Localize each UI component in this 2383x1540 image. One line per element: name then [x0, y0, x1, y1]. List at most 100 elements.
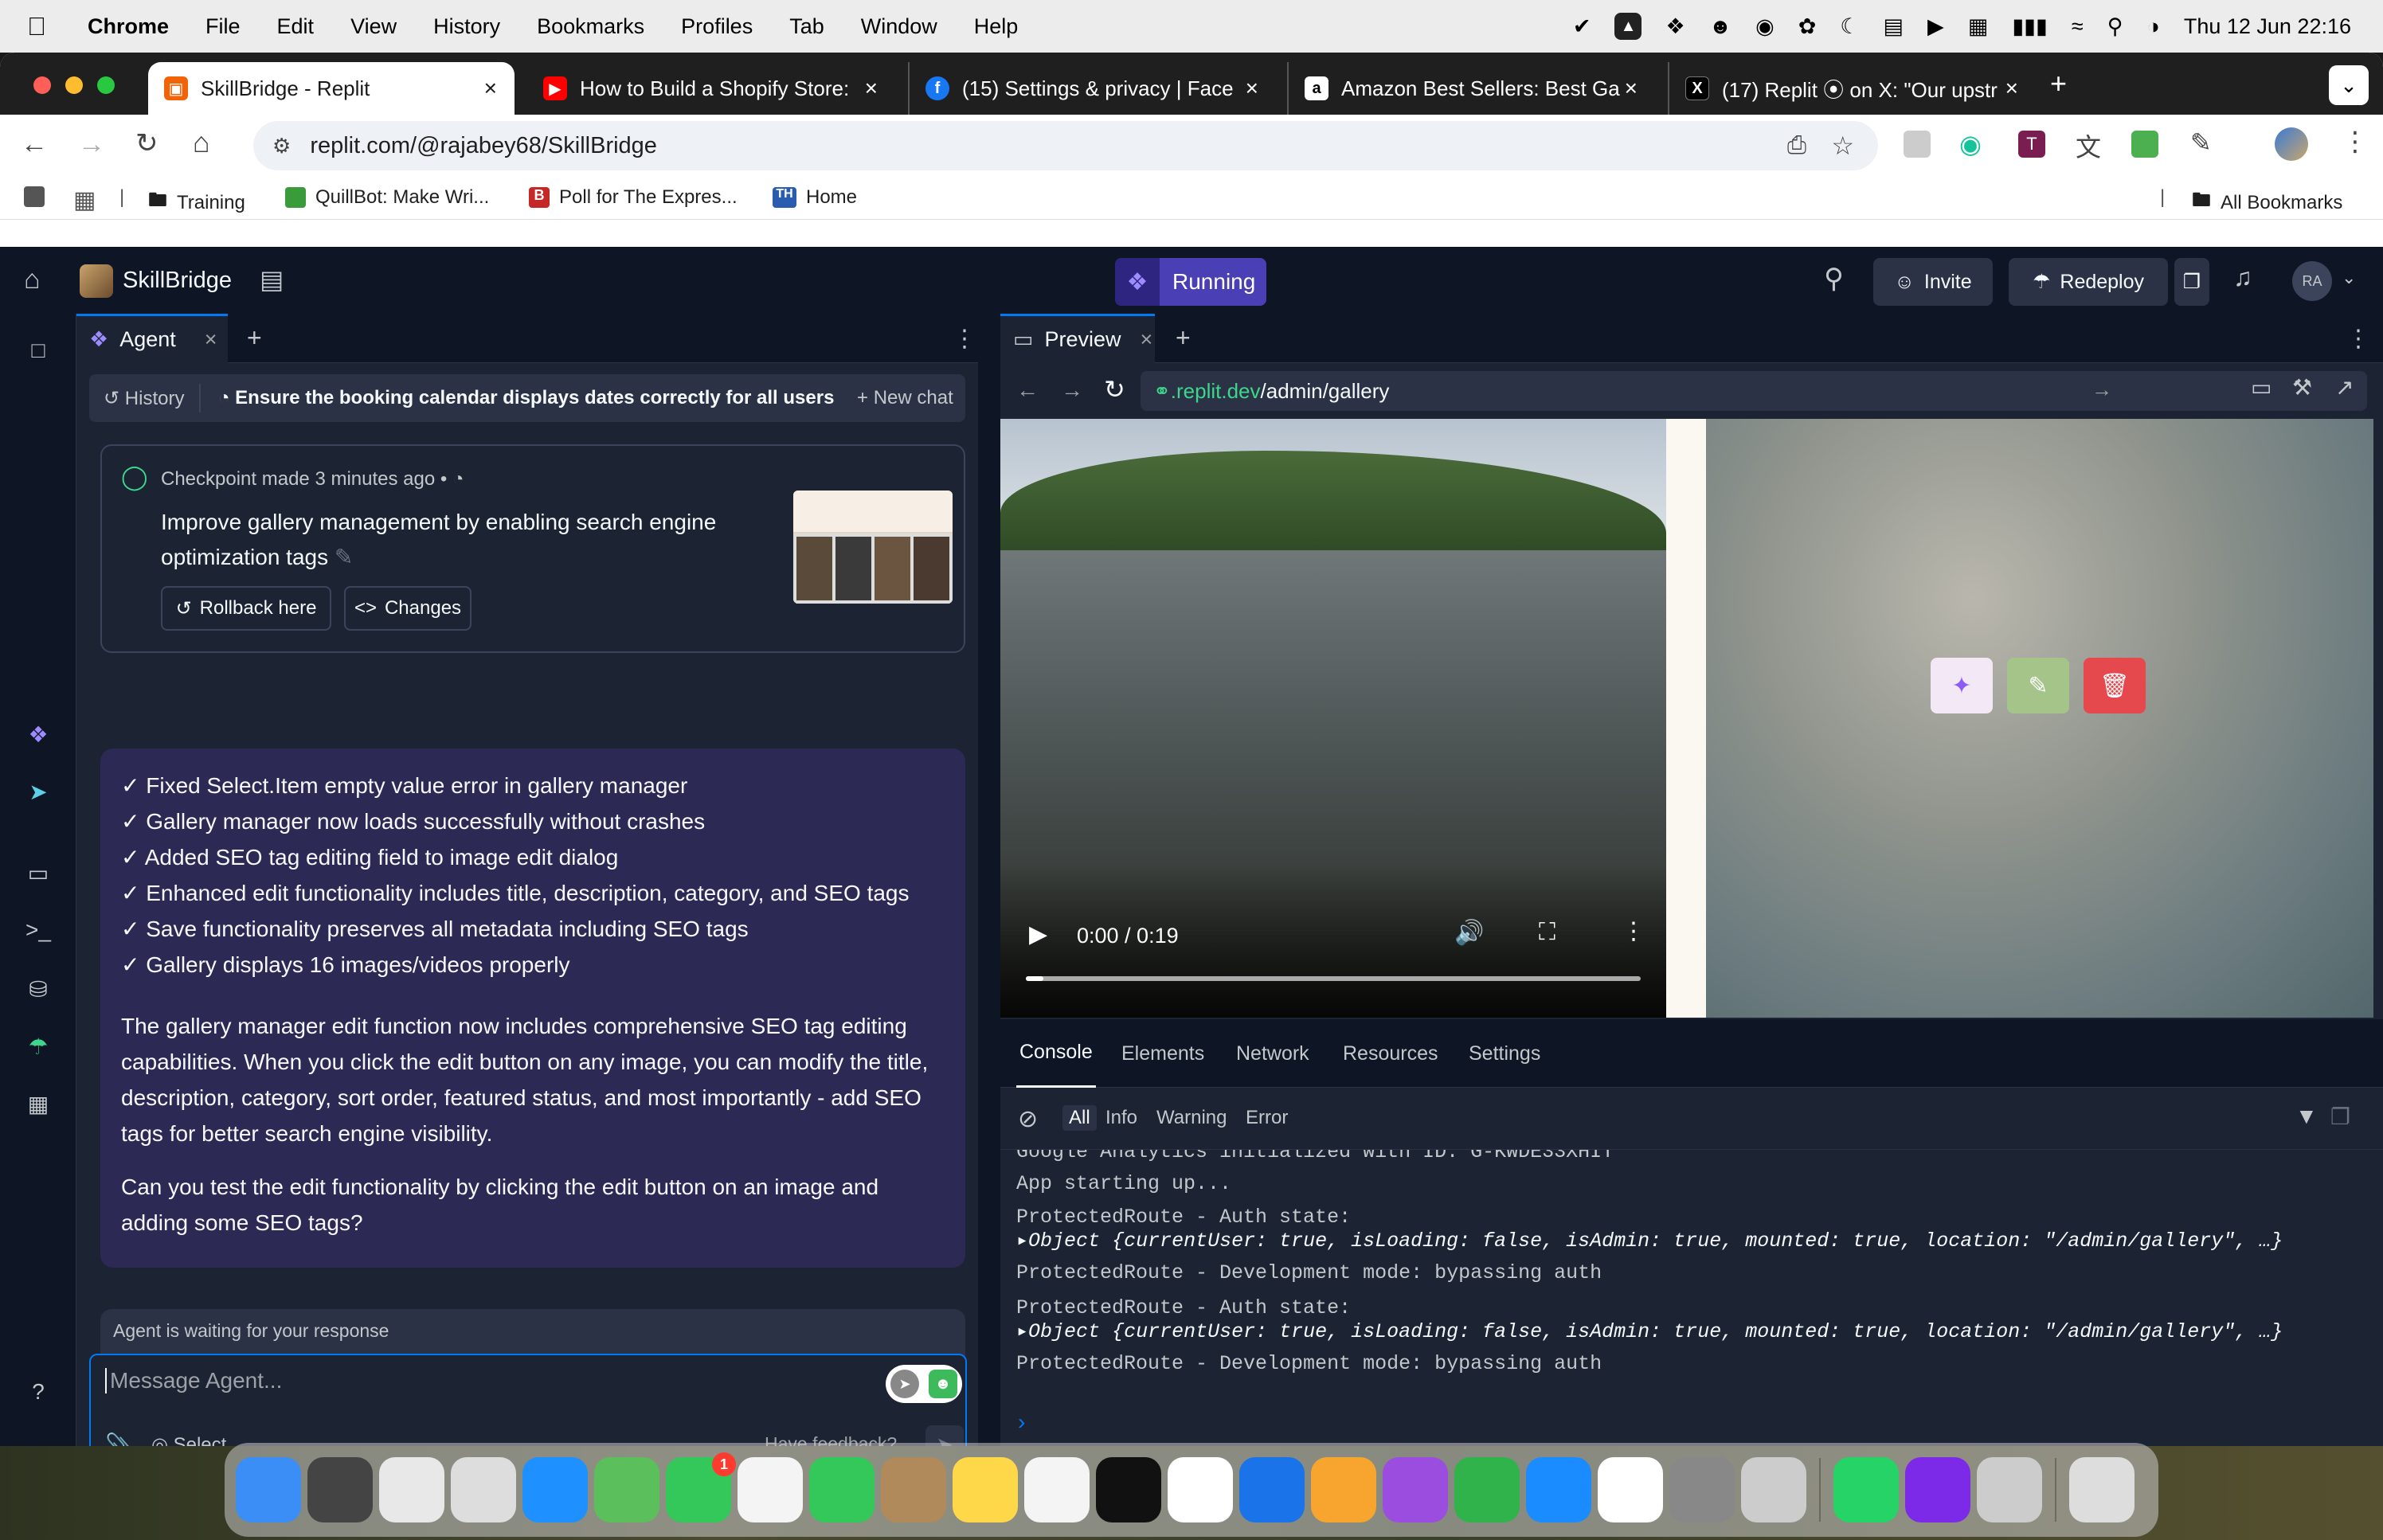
close-tab-icon[interactable]: ×	[1141, 327, 1153, 352]
new-chat-button[interactable]: + New chat	[857, 387, 953, 409]
home-icon[interactable]: ⌂	[24, 264, 41, 295]
workspace-menu-icon[interactable]: ▤	[260, 264, 284, 295]
translate-extension-icon[interactable]: 文	[2076, 127, 2101, 164]
status-moon-icon[interactable]: ☾	[1840, 14, 1859, 39]
close-tab-icon[interactable]: ×	[484, 76, 497, 101]
tab-console[interactable]: Console	[1016, 1019, 1096, 1088]
status-display-icon[interactable]: ▦	[1968, 14, 1989, 39]
ai-seo-sparkle-button[interactable]: ✦	[1931, 658, 1993, 713]
zoom-window-button[interactable]	[97, 76, 115, 94]
assistant-tool-icon[interactable]: ➤	[24, 777, 53, 806]
select-element-button[interactable]: ◎ Select	[151, 1433, 226, 1446]
battery-icon[interactable]: ▮▮▮	[2012, 14, 2048, 39]
project-name[interactable]: SkillBridge	[123, 268, 232, 294]
copy-logs-icon[interactable]: ❐	[2330, 1104, 2350, 1130]
tab-network[interactable]: Network	[1236, 1019, 1309, 1088]
notifications-bell-icon[interactable]: ♫	[2233, 263, 2252, 292]
profile-avatar[interactable]	[2275, 127, 2308, 161]
file-tree-icon[interactable]: □	[24, 336, 53, 365]
tab-amazon[interactable]: a Amazon Best Sellers: Best Ga ×	[1287, 62, 1655, 115]
status-check-icon[interactable]: ✔	[1573, 14, 1591, 39]
apple-menu-icon[interactable]: 	[27, 12, 46, 41]
chatgpt-dock-icon[interactable]	[307, 1457, 373, 1522]
pane-menu-icon[interactable]: ⋮	[2346, 325, 2370, 353]
tab-elements[interactable]: Elements	[1121, 1019, 1204, 1088]
shell-tool-icon[interactable]: >_	[24, 916, 53, 944]
open-new-tab-icon[interactable]: ↗	[2335, 374, 2354, 401]
clear-console-icon[interactable]: ⊘	[1018, 1105, 1038, 1133]
fullscreen-icon[interactable]: ⛶	[1539, 919, 1555, 946]
menu-tab[interactable]: Tab	[789, 14, 824, 39]
chrome-dock-icon[interactable]	[379, 1457, 444, 1522]
user-avatar[interactable]: RA	[2292, 261, 2332, 301]
close-tab-icon[interactable]: ×	[205, 327, 217, 352]
add-tab-icon[interactable]: +	[247, 323, 262, 353]
preview-dock-icon[interactable]	[1977, 1457, 2042, 1522]
preview-reload-icon[interactable]: ↻	[1104, 374, 1125, 405]
bookmark-all[interactable]: 🖿 All Bookmarks	[2192, 186, 2342, 219]
status-grammarly-icon[interactable]: ◉	[1755, 14, 1775, 39]
pane-menu-icon[interactable]: ⋮	[953, 325, 976, 353]
extensions-puzzle-icon[interactable]: ✎	[2190, 127, 2212, 158]
devtools-wrench-icon[interactable]: ⚒	[2292, 374, 2312, 401]
status-play-icon[interactable]: ▶	[1927, 14, 1944, 39]
preview-tool-icon[interactable]: ▭	[24, 858, 53, 887]
green-extension-icon[interactable]	[2131, 131, 2158, 158]
grammarly-extension-icon[interactable]: ◉	[1959, 129, 1982, 159]
install-app-icon[interactable]: ⎙	[1787, 132, 1806, 159]
bookmark-home[interactable]: TH Home	[773, 186, 857, 209]
all-tools-icon[interactable]: ▦	[24, 1089, 53, 1118]
address-bar[interactable]: ⚙ replit.com/@rajabey68/SkillBridge ⎙ ☆	[253, 121, 1878, 170]
mode-toggle[interactable]: ➤ ☻	[886, 1365, 962, 1403]
filter-funnel-icon[interactable]: ▼	[2295, 1104, 2318, 1129]
menu-window[interactable]: Window	[861, 14, 937, 39]
numbers-dock-icon[interactable]	[1454, 1457, 1520, 1522]
appstore-dock-icon[interactable]	[1526, 1457, 1591, 1522]
invite-button[interactable]: ☺ Invite	[1873, 258, 1993, 306]
pages-dock-icon[interactable]	[1311, 1457, 1376, 1522]
preview-back-icon[interactable]: ←	[1016, 377, 1039, 403]
bookmark-training[interactable]: 🖿 Training	[148, 186, 245, 219]
rollback-button[interactable]: ↺ Rollback here	[161, 586, 331, 631]
console-prompt-icon[interactable]: ›	[1018, 1409, 1025, 1435]
menu-bookmarks[interactable]: Bookmarks	[537, 14, 644, 39]
news-dock-icon[interactable]	[1168, 1457, 1233, 1522]
device-preview-icon[interactable]: ▭	[2251, 374, 2271, 401]
finder-dock-icon[interactable]	[236, 1457, 301, 1522]
deploy-options-button[interactable]: ❐	[2174, 258, 2209, 306]
close-window-button[interactable]	[33, 76, 51, 94]
run-status-button[interactable]: ❖ Running	[1115, 258, 1266, 306]
project-avatar[interactable]	[80, 264, 113, 298]
notes-dock-icon[interactable]	[953, 1457, 1018, 1522]
video-progress-bar[interactable]	[1026, 976, 1641, 981]
deployments-tool-icon[interactable]: ☂	[24, 1032, 53, 1061]
tab-settings[interactable]: Settings	[1469, 1019, 1540, 1088]
attach-paperclip-icon[interactable]: 📎	[105, 1432, 133, 1446]
control-center-icon[interactable]: ◑	[2147, 14, 2160, 39]
redeploy-button[interactable]: ☂ Redeploy	[2009, 258, 2168, 306]
history-button[interactable]: ↺ History	[104, 387, 184, 410]
close-tab-icon[interactable]: ×	[2005, 76, 2018, 101]
tab-youtube[interactable]: ▶ How to Build a Shopify Store: ×	[527, 62, 895, 115]
new-tab-button[interactable]: +	[2050, 67, 2067, 100]
canva-dock-icon[interactable]	[1905, 1457, 1970, 1522]
status-memory-icon[interactable]: ▤	[1884, 14, 1904, 39]
menu-profiles[interactable]: Profiles	[681, 14, 753, 39]
podcasts-dock-icon[interactable]	[1383, 1457, 1448, 1522]
filter-info[interactable]: Info	[1105, 1107, 1137, 1129]
minimize-window-button[interactable]	[65, 76, 83, 94]
address-text[interactable]: replit.com/@rajabey68/SkillBridge	[310, 133, 657, 159]
reload-icon[interactable]: ↻	[135, 127, 158, 159]
reminders-dock-icon[interactable]	[1024, 1457, 1090, 1522]
gallery-video[interactable]: ▶ 0:00 / 0:19 🔊 ⛶ ⋮	[1000, 419, 1666, 1018]
bookmark-quillbot[interactable]: QuillBot: Make Wri...	[285, 186, 489, 209]
menu-edit[interactable]: Edit	[277, 14, 315, 39]
settings-dock-icon[interactable]	[1669, 1457, 1735, 1522]
apps-grid-icon[interactable]: ▦	[73, 186, 96, 214]
tv-dock-icon[interactable]	[1096, 1457, 1161, 1522]
extension-gray-icon[interactable]	[1904, 131, 1931, 158]
thread-title[interactable]: ◔ Ensure the booking calendar displays d…	[218, 387, 834, 409]
launchpad-dock-icon[interactable]	[451, 1457, 516, 1522]
gallery-image-tile[interactable]: ✦ ✎ 🗑	[1706, 419, 2373, 1018]
status-app-icon[interactable]: ▲	[1614, 13, 1642, 40]
